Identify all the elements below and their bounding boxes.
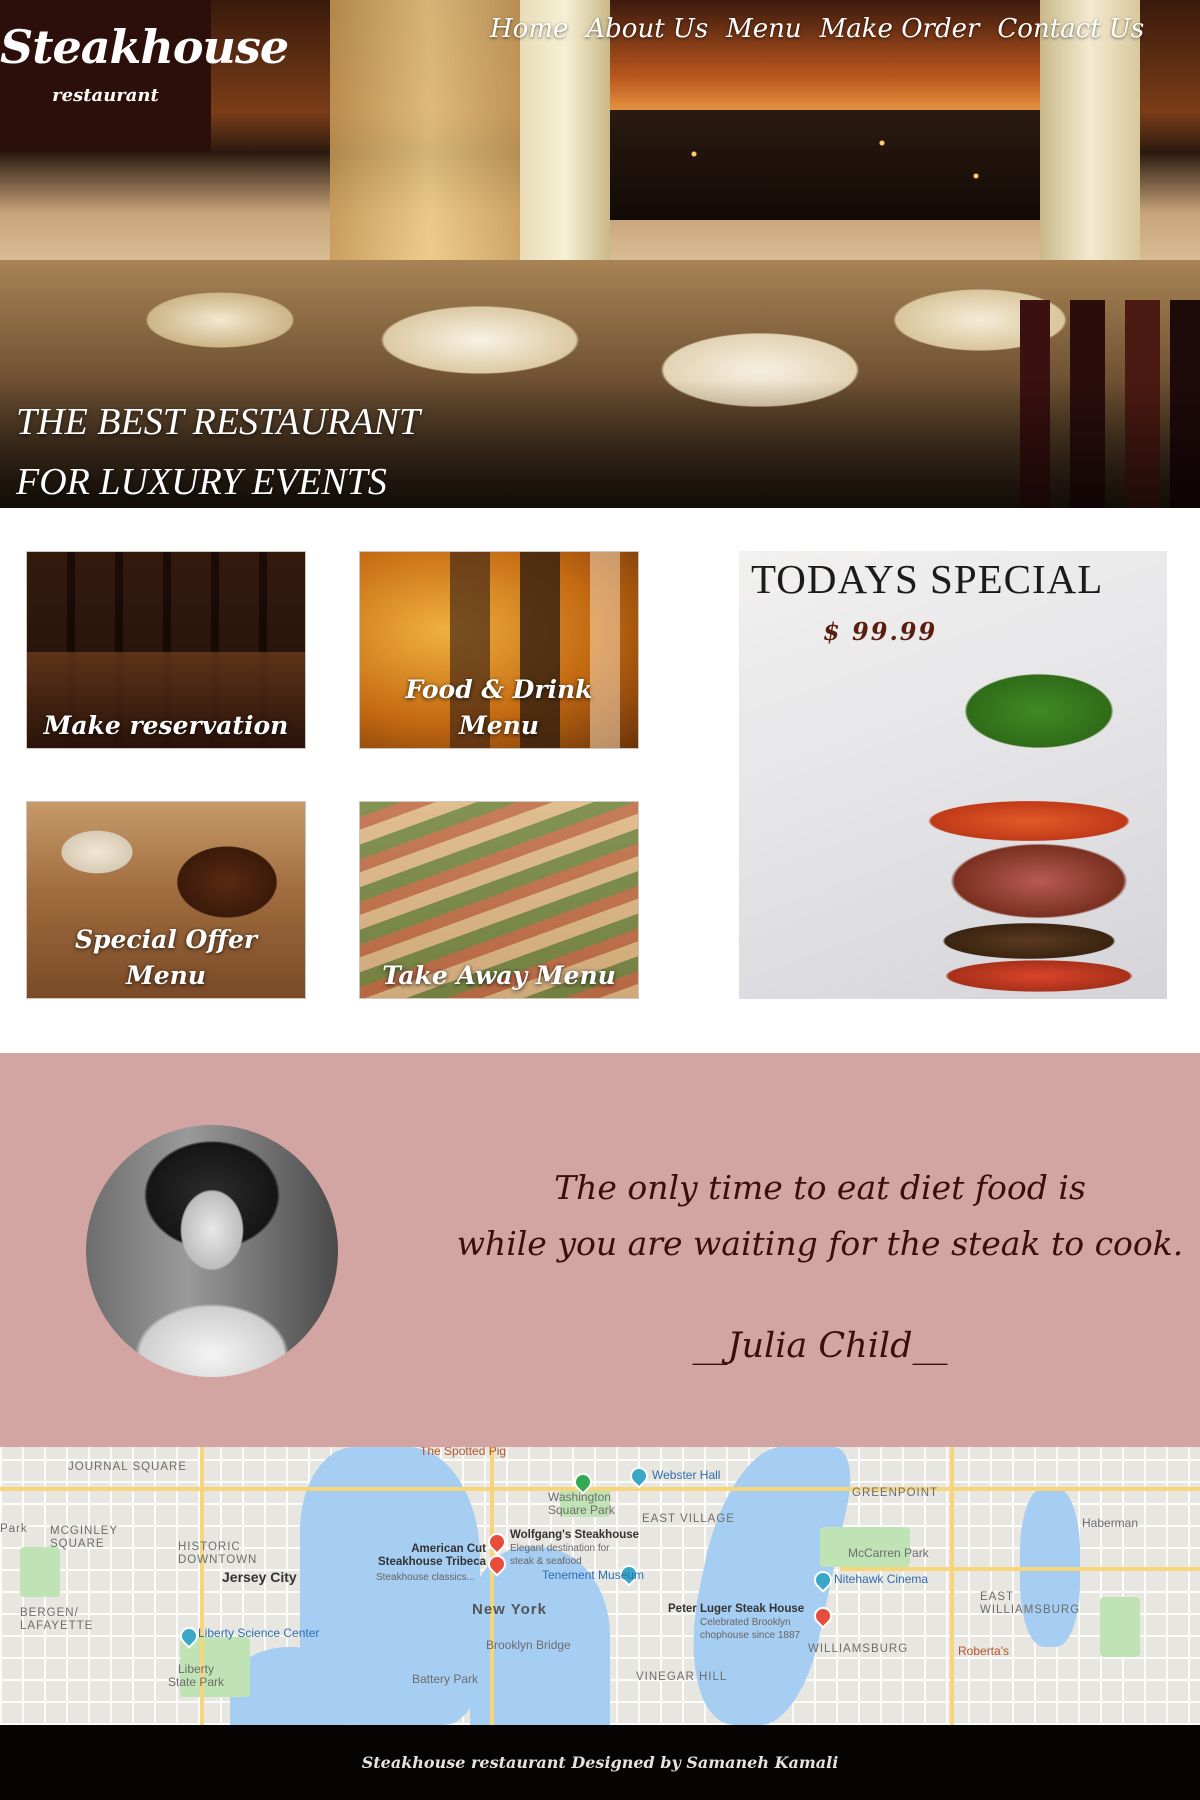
special-dish-image — [879, 611, 1167, 999]
map-label: Roberta's — [958, 1644, 1009, 1658]
map-label: Liberty Science Center — [198, 1626, 320, 1640]
tile-label: Make reservation — [43, 711, 289, 740]
map-label: WILLIAMSBURG — [808, 1643, 909, 1655]
tile-label: Special Offer Menu — [74, 925, 258, 990]
map-label: American Cut Steakhouse Tribeca — [377, 1543, 486, 1568]
map-label: Park — [0, 1523, 28, 1535]
tile-special-offer-menu[interactable]: Special Offer Menu — [26, 801, 306, 999]
logo[interactable]: Steakhouse restaurant — [0, 0, 289, 152]
hero-tagline-line2: FOR LUXURY EVENTS — [16, 461, 387, 503]
logo-subtitle: restaurant — [52, 84, 159, 106]
map-label: EAST WILLIAMSBURG — [980, 1591, 1081, 1616]
map-label: Steakhouse classics... — [376, 1572, 475, 1583]
map-label: Peter Luger Steak House — [668, 1603, 805, 1615]
hero-tagline-line1: THE BEST RESTAURANT — [16, 401, 420, 443]
quote: The only time to eat diet food is while … — [440, 1160, 1200, 1366]
map-label: EAST VILLAGE — [642, 1513, 735, 1525]
hero-city-lights — [600, 110, 1070, 220]
map-label: Brooklyn Bridge — [486, 1638, 571, 1652]
nav-make-order[interactable]: Make Order — [820, 14, 980, 44]
footer: Steakhouse restaurant Designed by Samane… — [0, 1725, 1200, 1800]
map-label: New York — [472, 1601, 547, 1618]
map-road — [950, 1447, 954, 1725]
map-label: Tenement Museum — [542, 1568, 645, 1582]
hero-curtain-left — [520, 0, 610, 300]
map-label: Celebrated Brooklyn chophouse since 1887 — [700, 1617, 801, 1641]
todays-special-card[interactable]: TODAYS SPECIAL $ 99.99 — [739, 551, 1167, 999]
quote-line-2: while you are waiting for the steak to c… — [456, 1224, 1184, 1263]
map-label: Nitehawk Cinema — [834, 1572, 929, 1586]
tile-food-drink-menu[interactable]: Food & Drink Menu — [359, 551, 639, 749]
map-label: Jersey City — [222, 1569, 297, 1585]
map-label: JOURNAL SQUARE — [68, 1461, 188, 1473]
main-nav: Home About Us Menu Make Order Contact Us — [490, 14, 1144, 44]
tile-label: Take Away Menu — [382, 961, 616, 990]
nav-about-us[interactable]: About Us — [586, 14, 708, 44]
hero-banner: Steakhouse restaurant Home About Us Menu… — [0, 0, 1200, 508]
nav-menu[interactable]: Menu — [726, 14, 802, 44]
hero-tagline: THE BEST RESTAURANT FOR LUXURY EVENTS — [16, 392, 420, 508]
map-road — [840, 1567, 1200, 1571]
map-label: BERGEN/ LAFAYETTE — [20, 1607, 94, 1632]
tile-label: Food & Drink Menu — [405, 675, 593, 740]
special-title: TODAYS SPECIAL — [751, 556, 1104, 602]
map-label: Battery Park — [412, 1672, 479, 1686]
quote-line-1: The only time to eat diet food is — [554, 1168, 1086, 1207]
map-label: HISTORIC DOWNTOWN — [178, 1541, 258, 1566]
map-label: Webster Hall — [652, 1468, 721, 1482]
quote-author: __Julia Child__ — [692, 1326, 948, 1366]
map-label: Liberty State Park — [167, 1662, 225, 1689]
tile-make-reservation[interactable]: Make reservation — [26, 551, 306, 749]
location-map[interactable]: JOURNAL SQUARE The Spotted Pig Webster H… — [0, 1447, 1200, 1725]
map-label: Wolfgang's Steakhouse — [510, 1529, 640, 1541]
nav-contact-us[interactable]: Contact Us — [997, 14, 1144, 44]
map-label: VINEGAR HILL — [636, 1671, 728, 1683]
footer-credit: Steakhouse restaurant Designed by Samane… — [361, 1753, 839, 1772]
author-avatar — [86, 1125, 338, 1377]
nav-home[interactable]: Home — [490, 14, 568, 44]
map-label: MCGINLEY SQUARE — [50, 1525, 118, 1550]
special-price: $ 99.99 — [823, 617, 938, 646]
map-label: The Spotted Pig — [420, 1447, 507, 1458]
map-road — [490, 1447, 494, 1725]
map-label: Washington Square Park — [548, 1490, 615, 1517]
map-label: Elegant destination for steak & seafood — [510, 1543, 610, 1567]
hero-curtain-right — [1040, 0, 1140, 300]
map-label: McCarren Park — [848, 1546, 929, 1560]
logo-title: Steakhouse — [0, 20, 289, 74]
map-label: Haberman — [1082, 1516, 1139, 1530]
map-park — [20, 1547, 60, 1597]
map-label: GREENPOINT — [852, 1487, 939, 1499]
map-pin-icon[interactable] — [626, 1463, 652, 1489]
map-park — [1100, 1597, 1140, 1657]
tile-take-away-menu[interactable]: Take Away Menu — [359, 801, 639, 999]
